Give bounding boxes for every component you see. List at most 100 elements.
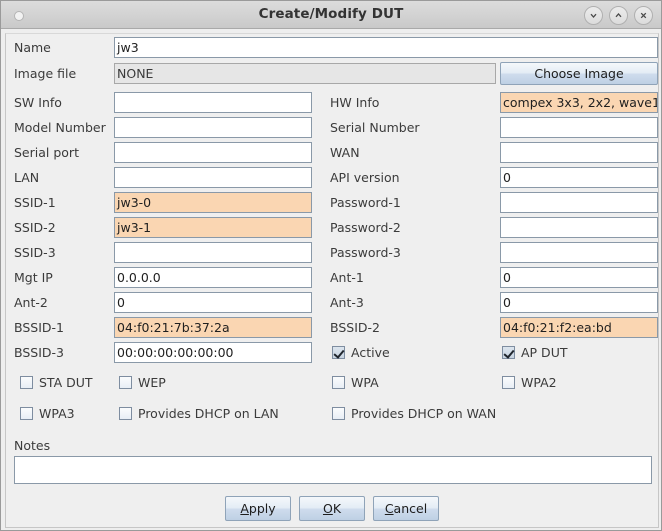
password-3-label: Password-3 — [330, 245, 401, 260]
sw-info-label: SW Info — [14, 95, 62, 110]
ant-2-label: Ant-2 — [14, 295, 48, 310]
serial-number-label: Serial Number — [330, 120, 420, 135]
model-number-input[interactable] — [114, 117, 312, 138]
image-file-label: Image file — [14, 66, 77, 81]
row-serial-port-wan: Serial port WAN — [6, 140, 658, 165]
wep-checkbox-label: WEP — [138, 375, 166, 390]
row-ssid2-password2: SSID-2 jw3-1 Password-2 — [6, 215, 658, 240]
ant-1-label: Ant-1 — [330, 270, 364, 285]
bssid-1-input[interactable]: 04:f0:21:7b:37:2a — [114, 317, 312, 338]
ssid-3-label: SSID-3 — [14, 245, 56, 260]
apply-mnemonic: A — [240, 501, 249, 516]
checkbox-box-icon — [502, 376, 515, 389]
bssid-3-label: BSSID-3 — [14, 345, 64, 360]
lan-label: LAN — [14, 170, 40, 185]
checkbox-box-icon — [20, 376, 33, 389]
serial-port-input[interactable] — [114, 142, 312, 163]
checkbox-box-icon — [332, 407, 345, 420]
password-2-input[interactable] — [500, 217, 658, 238]
bssid-3-input[interactable]: 00:00:00:00:00:00 — [114, 342, 312, 363]
model-number-label: Model Number — [14, 120, 106, 135]
password-1-label: Password-1 — [330, 195, 401, 210]
checkbox-box-icon — [20, 407, 33, 420]
ap-dut-checkbox-label: AP DUT — [521, 345, 568, 360]
password-2-label: Password-2 — [330, 220, 401, 235]
notes-input[interactable] — [14, 456, 652, 484]
mgt-ip-input[interactable]: 0.0.0.0 — [114, 267, 312, 288]
row-ssid1-password1: SSID-1 jw3-0 Password-1 — [6, 190, 658, 215]
dialog-buttons: Apply OK Cancel — [6, 496, 658, 521]
window-controls — [584, 6, 653, 25]
dhcp-lan-checkbox[interactable]: Provides DHCP on LAN — [119, 401, 279, 426]
wpa2-checkbox-label: WPA2 — [521, 375, 557, 390]
form-panel: Name jw3 Image file NONE Choose Image SW… — [5, 33, 659, 528]
titlebar: Create/Modify DUT — [1, 1, 661, 29]
bssid-1-label: BSSID-1 — [14, 320, 64, 335]
ant-3-input[interactable]: 0 — [500, 292, 658, 313]
ok-rest: K — [332, 501, 342, 516]
checkbox-box-icon — [119, 376, 132, 389]
hw-info-label: HW Info — [330, 95, 380, 110]
ant-2-input[interactable]: 0 — [114, 292, 312, 313]
wpa-checkbox[interactable]: WPA — [332, 370, 379, 395]
row-bssid3-active-apdut: BSSID-3 00:00:00:00:00:00 Active AP DUT — [6, 340, 658, 365]
wan-label: WAN — [330, 145, 360, 160]
checkbox-box-icon — [332, 346, 345, 359]
wep-checkbox[interactable]: WEP — [119, 370, 166, 395]
sta-dut-checkbox[interactable]: STA DUT — [20, 370, 93, 395]
active-checkbox[interactable]: Active — [332, 340, 390, 365]
checkbox-box-icon — [332, 376, 345, 389]
maximize-button[interactable] — [609, 6, 628, 25]
cancel-button[interactable]: Cancel — [373, 496, 439, 521]
dhcp-lan-checkbox-label: Provides DHCP on LAN — [138, 406, 279, 421]
row-bssid1-bssid2: BSSID-1 04:f0:21:7b:37:2a BSSID-2 04:f0:… — [6, 315, 658, 340]
row-ant2-ant3: Ant-2 0 Ant-3 0 — [6, 290, 658, 315]
row-ssid3-password3: SSID-3 Password-3 — [6, 240, 658, 265]
wpa2-checkbox[interactable]: WPA2 — [502, 370, 557, 395]
serial-number-input[interactable] — [500, 117, 658, 138]
dhcp-wan-checkbox[interactable]: Provides DHCP on WAN — [332, 401, 496, 426]
wpa3-checkbox-label: WPA3 — [39, 406, 75, 421]
name-input[interactable]: jw3 — [114, 37, 658, 58]
cancel-rest: ancel — [393, 501, 428, 516]
ssid-2-label: SSID-2 — [14, 220, 56, 235]
row-name: Name jw3 — [6, 35, 658, 60]
wpa3-checkbox[interactable]: WPA3 — [20, 401, 75, 426]
window-title: Create/Modify DUT — [258, 6, 404, 22]
hw-info-input[interactable]: compex 3x3, 2x2, wave1 — [500, 92, 658, 113]
wpa-checkbox-label: WPA — [351, 375, 379, 390]
notes-label: Notes — [14, 438, 51, 453]
ap-dut-checkbox[interactable]: AP DUT — [502, 340, 567, 365]
dhcp-wan-checkbox-label: Provides DHCP on WAN — [351, 406, 497, 421]
apply-button[interactable]: Apply — [225, 496, 291, 521]
row-security-checkboxes-1: STA DUT WEP WPA WPA2 — [6, 370, 658, 395]
lan-input[interactable] — [114, 167, 312, 188]
row-sw-hw-info: SW Info HW Info compex 3x3, 2x2, wave1 — [6, 90, 658, 115]
ssid-3-input[interactable] — [114, 242, 312, 263]
create-modify-dut-dialog: Create/Modify DUT Name jw3 Image file NO… — [0, 0, 662, 531]
sw-info-input[interactable] — [114, 92, 312, 113]
api-version-input[interactable]: 0 — [500, 167, 658, 188]
ok-button[interactable]: OK — [299, 496, 365, 521]
row-security-checkboxes-2: WPA3 Provides DHCP on LAN Provides DHCP … — [6, 401, 658, 426]
ssid-2-input[interactable]: jw3-1 — [114, 217, 312, 238]
row-mgtip-ant1: Mgt IP 0.0.0.0 Ant-1 0 — [6, 265, 658, 290]
checkbox-box-icon — [502, 346, 515, 359]
choose-image-button[interactable]: Choose Image — [500, 62, 658, 85]
password-1-input[interactable] — [500, 192, 658, 213]
ssid-1-input[interactable]: jw3-0 — [114, 192, 312, 213]
minimize-button[interactable] — [584, 6, 603, 25]
ssid-1-label: SSID-1 — [14, 195, 56, 210]
apply-rest: pply — [248, 501, 276, 516]
password-3-input[interactable] — [500, 242, 658, 263]
wan-input[interactable] — [500, 142, 658, 163]
row-image-file: Image file NONE Choose Image — [6, 61, 658, 86]
serial-port-label: Serial port — [14, 145, 79, 160]
close-button[interactable] — [634, 6, 653, 25]
name-label: Name — [14, 40, 51, 55]
ok-mnemonic: O — [322, 501, 333, 516]
cancel-mnemonic: C — [384, 501, 394, 516]
checkbox-box-icon — [119, 407, 132, 420]
bssid-2-input[interactable]: 04:f0:21:f2:ea:bd — [500, 317, 658, 338]
ant-1-input[interactable]: 0 — [500, 267, 658, 288]
